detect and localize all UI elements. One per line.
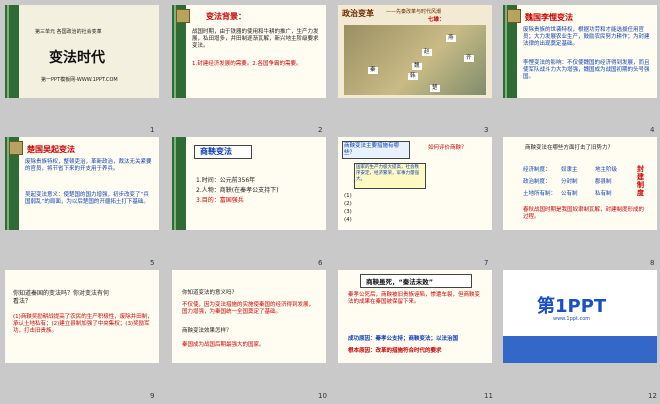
slide-heading: 楚国吴起变法: [27, 145, 75, 154]
slide-number: 11: [484, 392, 493, 400]
slide-number: 7: [484, 259, 489, 267]
list-item: (2): [344, 201, 352, 207]
map-title: 七雄：: [428, 17, 445, 23]
slide-footer: 第一PPT模板网-WWW.1PPT.COM: [41, 77, 118, 83]
slide-heading: 魏国李悝变法: [525, 13, 573, 22]
slide-point: 李悝变法的影响：不仅使魏国的经济得到发展，而且使军队战斗力大为增强，魏国成为战国…: [523, 60, 650, 80]
slide-thumbnail-7[interactable]: 商鞅变法主要措施有哪些？ 如何评价商鞅？ 国家的生产力极大提高，社会秩序安定，经…: [338, 137, 492, 230]
slide-heading: 商鞅虽死，“秦法未败”: [366, 278, 434, 286]
slide-thumbnail-3[interactable]: 政治变革 ——先秦改革与时代风潮 七雄： 燕 齐 赵 魏 韩 秦 楚: [338, 5, 492, 98]
table-cell: 公有制: [561, 191, 578, 197]
answer-text: 国家的生产力极大提高，社会秩序安定，经济繁荣，军事力量强大。: [356, 165, 419, 182]
table-row-label: 政治制度：: [523, 179, 551, 185]
slide-lead: 商鞅变法在哪些方面打击了旧势力？: [525, 145, 614, 151]
table-cell: 地主阶级: [595, 167, 618, 173]
list-item: (1): [344, 193, 352, 199]
root-reason: 根本原因：改革的措施符合时代的要求: [348, 348, 442, 354]
slide-point: 吴起变法意义：使楚国的国力增强，初步改变了“兵国弱乱”的局面，为以后楚国的开疆拓…: [25, 192, 149, 205]
slide-number: 10: [318, 392, 327, 400]
state-label: 魏: [412, 63, 422, 70]
slide-number: 9: [150, 392, 155, 400]
slide-number: 2: [318, 126, 323, 134]
slide-number: 3: [484, 126, 489, 134]
slide-number: 5: [150, 259, 155, 267]
table-row-label: 土地所有制：: [523, 191, 557, 197]
slide-body: 不仅使，因为变法措施的实施使秦国的经济得到发展，国力增强，为秦国统一全国奠定了基…: [182, 302, 315, 315]
table-cell: 私有制: [595, 191, 612, 197]
slide-thumbnail-5[interactable]: 楚国吴起变法 废除贵族特权，整顿吏治，革新政治，裁汰无关紧要的官员，将节省下来的…: [5, 137, 159, 230]
slide-thumbnail-6[interactable]: 商鞅变法 1.时间：公元前356年 2.人物：商鞅(在秦孝公支持下) 3.目的：…: [172, 137, 326, 230]
decor-bar: [172, 137, 186, 230]
table-cell: 郡县制: [595, 179, 612, 185]
state-label: 齐: [464, 55, 474, 62]
slide-point: 1.封建经济发展的需要。2.各国争霸的需要。: [192, 61, 302, 67]
slide-number: 12: [648, 392, 657, 400]
table-cell: 分封制: [561, 179, 578, 185]
list-item: 3.目的：富国强兵: [196, 197, 244, 204]
slide-note: 秦国成为战国后期最强大的国家。: [182, 342, 265, 348]
question-text: 你知道秦国的变法吗？你对变法有何看法？: [13, 290, 110, 305]
table-cell: 奴隶主: [561, 167, 578, 173]
answer-text: (1)商鞅奖励耕战提高了农民的生产积极性，废除井田制，承认土地私有；(2)建立县…: [13, 314, 153, 334]
footer-banner: [503, 336, 657, 363]
slide-thumbnail-12[interactable]: 第1PPT www.1ppt.com: [503, 270, 657, 363]
decor-bar: [5, 5, 19, 98]
table-row-label: 经济制度：: [523, 167, 551, 173]
slide-body: 秦孝公死后，商鞅被旧贵族诬陷，惨遭车裂，但商鞅变法的成果在秦国被保留下来。: [348, 292, 481, 305]
slide-body: 废除贵族的世袭特权，根据功劳和才能选拔任用官员；大力发展农业生产，鼓励农民努力耕…: [523, 27, 650, 47]
slide-number: 4: [650, 126, 655, 134]
brand-url: www.1ppt.com: [553, 316, 591, 322]
slide-body: 战国时期，由于铁器的使用和牛耕的推广，生产力发展，私田增多，井田制逐渐瓦解，新兴…: [192, 29, 319, 49]
decor-icon: [176, 9, 190, 23]
slide-thumbnail-1[interactable]: 第三单元 各国政治的社会变革 变法时代 第一PPT模板网-WWW.1PPT.CO…: [5, 5, 159, 98]
list-item: (3): [344, 209, 352, 215]
question-text: 你知道变法的意义吗？: [182, 290, 238, 296]
slide-thumbnail-9[interactable]: 你知道秦国的变法吗？你对变法有何看法？ (1)商鞅奖励耕战提高了农民的生产积极性…: [5, 270, 159, 363]
question-text: 商鞅变法效果怎样？: [182, 328, 232, 334]
question-text: 如何评价商鞅？: [428, 145, 467, 151]
brand-logo: 第1PPT: [537, 296, 607, 317]
slide-number: 6: [318, 259, 323, 267]
slide-number: 1: [150, 126, 155, 134]
slide-subtitle: ——先秦改革与时代风潮: [386, 9, 442, 15]
list-item: (4): [344, 217, 352, 223]
slide-result: 春秋战国时期是我国奴隶制瓦解，封建制度形成的过程。: [523, 207, 645, 220]
question-text: 商鞅变法主要措施有哪些？: [344, 143, 400, 156]
decor-icon: [9, 141, 23, 155]
slide-thumbnail-4[interactable]: 魏国李悝变法 废除贵族的世袭特权，根据功劳和才能选拔任用官员；大力发展农业生产，…: [503, 5, 657, 98]
decor-icon: [507, 9, 521, 23]
list-item: 1.时间：公元前356年: [196, 177, 256, 184]
slide-body: 废除贵族特权，整顿吏治，革新政治，裁汰无关紧要的官员，将节省下来的开支用于养兵。: [25, 159, 152, 172]
slide-thumbnail-10[interactable]: 你知道变法的意义吗？ 不仅使，因为变法措施的实施使秦国的经济得到发展，国力增强，…: [172, 270, 326, 363]
slide-number: 8: [650, 259, 655, 267]
slide-title: 变法时代: [49, 50, 105, 66]
slide-thumbnail-8[interactable]: 商鞅变法在哪些方面打击了旧势力？ 经济制度： 奴隶主 地主阶级 政治制度： 分封…: [503, 137, 657, 230]
slide-thumbnail-2[interactable]: 变法背景： 战国时期，由于铁器的使用和牛耕的推广，生产力发展，私田增多，井田制逐…: [172, 5, 326, 98]
state-label: 秦: [368, 67, 378, 74]
success-reason: 成功原因：秦孝公支持；商鞅变法；以法治国: [348, 336, 459, 342]
state-label: 楚: [430, 85, 440, 92]
state-label: 韩: [408, 73, 418, 80]
list-item: 2.人物：商鞅(在秦孝公支持下): [196, 187, 279, 194]
slide-unit: 第三单元 各国政治的社会变革: [35, 29, 102, 35]
side-label: 封建制度: [637, 165, 644, 197]
slide-heading: 商鞅变法: [200, 147, 232, 156]
slide-heading: 变法背景：: [206, 12, 246, 21]
slide-thumbnail-11[interactable]: 商鞅虽死，“秦法未败” 秦孝公死后，商鞅被旧贵族诬陷，惨遭车裂，但商鞅变法的成果…: [338, 270, 492, 363]
state-label: 燕: [446, 35, 456, 42]
state-label: 赵: [422, 49, 432, 56]
slide-title: 政治变革: [342, 9, 374, 18]
